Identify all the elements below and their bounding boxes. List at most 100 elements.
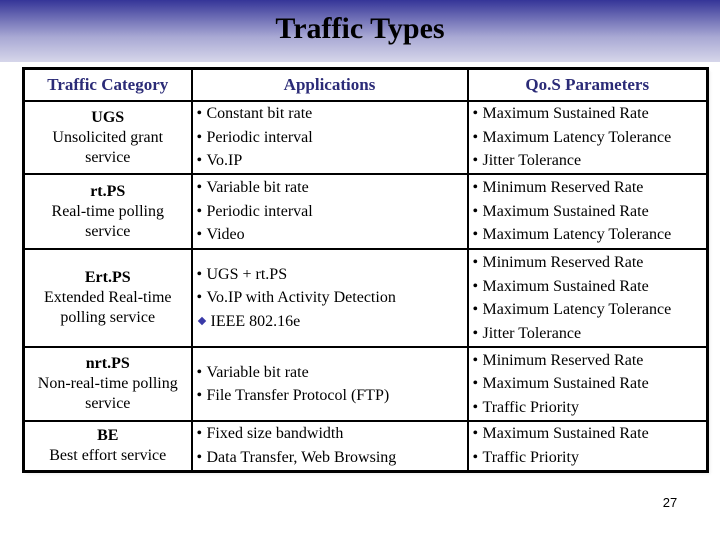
bullet-dot-icon: •	[196, 128, 203, 146]
traffic-types-table-container: Traffic Category Applications Qo.S Param…	[22, 67, 709, 473]
qos-item: • Traffic Priority	[473, 446, 703, 470]
bullet-dot-icon: •	[196, 226, 203, 244]
bullet-dot-icon: •	[472, 351, 479, 369]
category-code: Ert.PS	[84, 269, 131, 286]
qos-item: • Maximum Latency Tolerance	[473, 298, 703, 322]
bullet-dot-icon: •	[472, 254, 479, 271]
table-header-row: Traffic Category Applications Qo.S Param…	[22, 67, 709, 102]
qos-text: Jitter Tolerance	[482, 152, 582, 170]
application-text: Variable bit rate	[206, 179, 309, 197]
qos-item: • Maximum Sustained Rate	[473, 372, 703, 396]
application-text: Periodic interval	[206, 202, 313, 220]
bullet-diamond-icon	[197, 316, 206, 326]
bullet-dot-icon: •	[196, 152, 203, 170]
category-name: Real-time polling service	[51, 202, 164, 240]
application-item: • Periodic interval	[197, 126, 463, 150]
bullet-dot-icon: •	[472, 202, 479, 220]
bullet-dot-icon: •	[472, 324, 479, 342]
table-row: rt.PS Real-time polling service • Variabl…	[22, 173, 709, 250]
qos-item: • Maximum Sustained Rate	[473, 200, 703, 224]
application-item: IEEE 802.16e	[197, 310, 463, 334]
applications-cell: • Constant bit rate • Periodic interval • V…	[190, 100, 469, 175]
bullet-dot-icon: •	[196, 448, 203, 466]
application-item: • Fixed size bandwidth	[197, 422, 463, 446]
application-text: Video	[206, 226, 245, 244]
bullet-dot-icon: •	[196, 202, 203, 220]
qos-item: • Maximum Sustained Rate	[473, 275, 703, 299]
applications-cell: • Variable bit rate • File Transfer Protoc…	[190, 346, 469, 422]
page-number: 27	[662, 495, 678, 510]
header-applications: Applications	[190, 67, 469, 102]
application-text: IEEE 802.16e	[210, 312, 301, 330]
header-qos-parameters: Qo.S Parameters	[466, 67, 709, 102]
category-code: rt.PS	[90, 182, 126, 200]
qos-text: Maximum Sustained Rate	[482, 277, 649, 295]
qos-text: Minimum Reserved Rate	[482, 254, 644, 271]
qos-item: • Jitter Tolerance	[473, 322, 703, 346]
application-item: • Constant bit rate	[197, 102, 463, 126]
application-item: • Periodic interval	[197, 200, 463, 224]
application-text: File Transfer Protocol (FTP)	[206, 387, 390, 404]
category-code: BE	[97, 426, 119, 444]
qos-item: • Minimum Reserved Rate	[473, 176, 703, 200]
bullet-dot-icon: •	[472, 425, 479, 443]
qos-text: Maximum Latency Tolerance	[482, 301, 672, 318]
qos-text: Minimum Reserved Rate	[482, 179, 644, 197]
table-row: BE Best effort service • Fixed size bandw…	[22, 420, 709, 472]
application-text: UGS + rt.PS	[206, 265, 288, 283]
bullet-dot-icon: •	[472, 152, 479, 170]
qos-text: Maximum Latency Tolerance	[482, 226, 672, 244]
application-text: Data Transfer, Web Browsing	[206, 448, 397, 466]
bullet-dot-icon: •	[472, 398, 479, 416]
qos-item: • Jitter Tolerance	[473, 149, 703, 173]
bullet-dot-icon: •	[472, 226, 479, 244]
qos-item: • Traffic Priority	[473, 396, 703, 420]
bullet-dot-icon: •	[472, 448, 479, 466]
bullet-dot-icon: •	[472, 179, 479, 197]
category-cell: nrt.PS Non-real-time polling service	[22, 346, 193, 422]
category-cell: BE Best effort service	[22, 420, 193, 472]
qos-item: • Maximum Sustained Rate	[473, 422, 703, 446]
qos-item: • Maximum Latency Tolerance	[473, 126, 703, 150]
qos-text: Traffic Priority	[482, 398, 579, 416]
header-traffic-category: Traffic Category	[22, 67, 193, 102]
qos-text: Traffic Priority	[482, 448, 579, 466]
qos-cell: • Minimum Reserved Rate • Maximum Sustaine…	[466, 346, 709, 422]
qos-text: Maximum Sustained Rate	[482, 425, 649, 443]
applications-cell: • UGS + rt.PS • Vo.IP with Activity Detect…	[190, 248, 469, 348]
category-code: UGS	[91, 108, 125, 126]
applications-cell: • Variable bit rate • Periodic interval • V…	[190, 173, 469, 250]
qos-text: Maximum Sustained Rate	[482, 105, 649, 123]
qos-text: Minimum Reserved Rate	[482, 351, 644, 369]
category-cell: UGS Unsolicited grant service	[22, 100, 193, 175]
category-name: Non-real-time polling service	[37, 375, 178, 412]
bullet-dot-icon: •	[196, 387, 203, 404]
qos-text: Maximum Latency Tolerance	[482, 128, 672, 146]
qos-cell: • Minimum Reserved Rate • Maximum Sustaine…	[466, 173, 709, 250]
qos-item: • Minimum Reserved Rate	[473, 251, 703, 275]
application-item: • Vo.IP with Activity Detection	[197, 286, 463, 310]
category-cell: Ert.PS Extended Real-time polling servic…	[22, 248, 193, 348]
qos-text: Maximum Sustained Rate	[482, 202, 649, 220]
application-text: Variable bit rate	[206, 363, 309, 381]
application-item: • Variable bit rate	[197, 361, 463, 385]
qos-cell: • Maximum Sustained Rate • Traffic Priorit…	[466, 420, 709, 472]
qos-item: • Maximum Latency Tolerance	[473, 223, 703, 247]
bullet-dot-icon: •	[472, 301, 479, 318]
slide-title: Traffic Types	[275, 12, 445, 45]
qos-item: • Minimum Reserved Rate	[473, 349, 703, 373]
table-row: UGS Unsolicited grant service • Constant …	[22, 100, 709, 175]
qos-text: Maximum Sustained Rate	[482, 375, 649, 393]
applications-cell: • Fixed size bandwidth • Data Transfer, We…	[190, 420, 469, 472]
category-name: Best effort service	[49, 446, 167, 464]
bullet-dot-icon: •	[196, 363, 203, 381]
application-text: Fixed size bandwidth	[206, 425, 344, 443]
bullet-dot-icon: •	[196, 105, 203, 123]
qos-item: • Maximum Sustained Rate	[473, 102, 703, 126]
application-item: • Vo.IP	[197, 149, 463, 173]
category-name: Unsolicited grant service	[52, 128, 164, 166]
category-cell: rt.PS Real-time polling service	[22, 173, 193, 250]
category-code: nrt.PS	[85, 355, 130, 372]
bullet-dot-icon: •	[472, 375, 479, 393]
bullet-dot-icon: •	[472, 105, 479, 123]
